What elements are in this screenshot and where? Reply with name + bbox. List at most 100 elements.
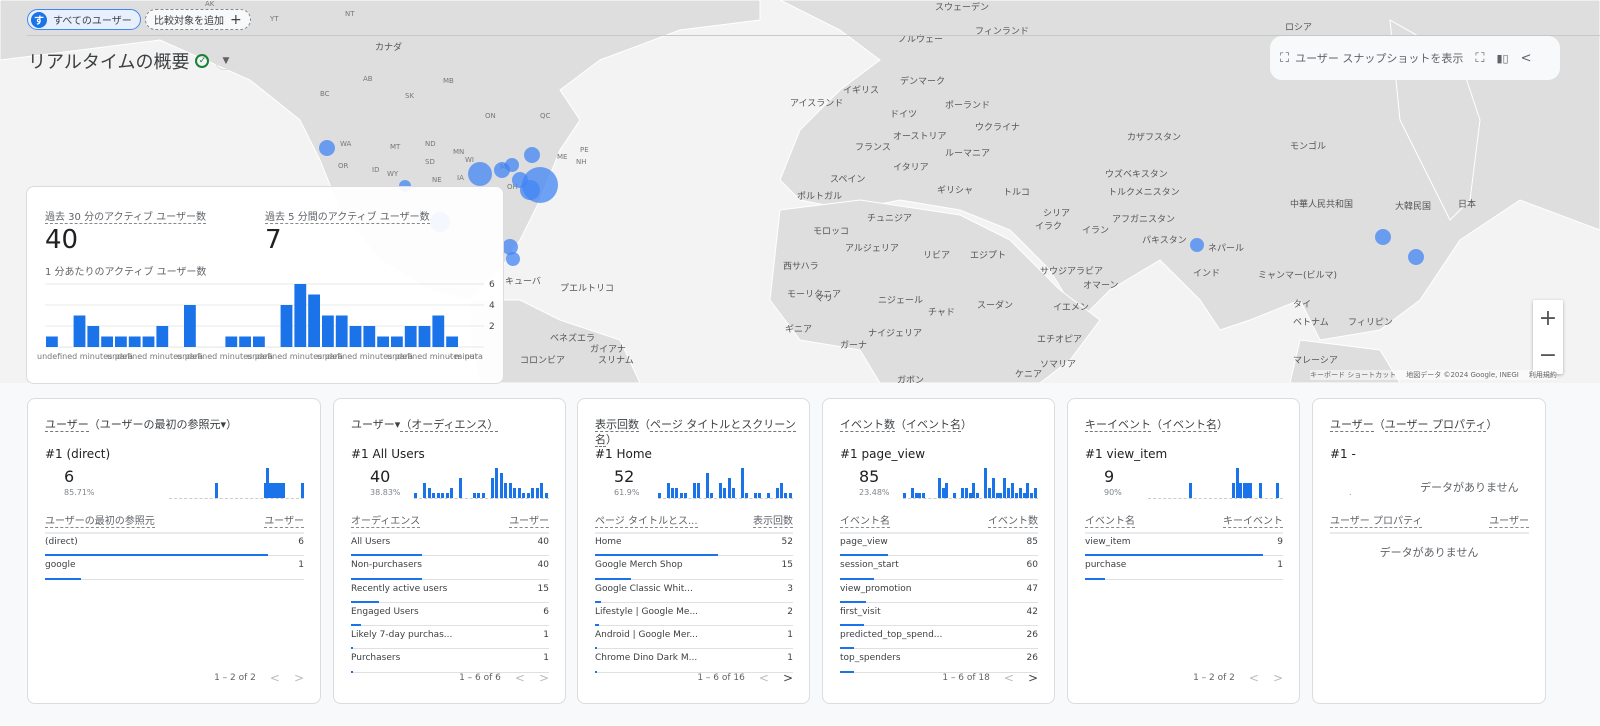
column-header-dimension[interactable]: ユーザーの最初の参照元 — [45, 512, 155, 528]
card-title-part[interactable]: ユーザー プロパティ — [1384, 418, 1487, 432]
user-location-bubble[interactable] — [1375, 229, 1391, 245]
card-title-part[interactable]: ） — [1486, 418, 1497, 431]
compare-view-icon[interactable]: ▮▯ — [1497, 52, 1509, 65]
card-title-part[interactable]: イベント名 — [1162, 418, 1217, 432]
table-row[interactable]: Google Classic Whit... 3 — [595, 580, 793, 603]
column-header-metric[interactable]: ユーザー — [509, 512, 549, 528]
user-location-bubble[interactable] — [1190, 238, 1204, 252]
next-page-button[interactable]: > — [294, 671, 304, 685]
card-title-part[interactable]: （ — [1151, 418, 1162, 431]
card-title-part[interactable]: （オーディエンス） — [400, 418, 499, 432]
bar[interactable] — [101, 336, 113, 348]
table-row[interactable]: Non-purchasers 40 — [351, 556, 549, 580]
column-header-dimension[interactable]: イベント名 — [1085, 512, 1135, 528]
table-row[interactable]: page_view 85 — [840, 533, 1038, 557]
card-title-part[interactable]: 表示回数 — [595, 418, 639, 432]
bar[interactable] — [197, 347, 210, 348]
bar[interactable] — [225, 336, 238, 348]
add-comparison-button[interactable]: 比較対象を追加 + — [145, 9, 251, 30]
column-header-dimension[interactable]: ユーザー プロパティ — [1330, 512, 1423, 528]
share-icon[interactable]: < — [1521, 51, 1532, 66]
card-title-part[interactable]: （ — [1374, 418, 1385, 431]
bar[interactable] — [253, 336, 265, 348]
next-page-button[interactable]: > — [1273, 671, 1283, 685]
table-row[interactable]: Recently active users 15 — [351, 580, 549, 603]
card-title-part[interactable]: イベント数 — [840, 418, 895, 432]
column-header-metric[interactable]: ユーザー — [264, 512, 304, 528]
prev-page-button[interactable]: < — [1249, 671, 1259, 685]
table-row[interactable]: predicted_top_spend... 26 — [840, 626, 1038, 650]
terms-link[interactable]: 利用規約 — [1529, 370, 1557, 380]
card-title-part[interactable]: イベント名 — [906, 418, 961, 432]
bar[interactable] — [349, 326, 362, 347]
bar[interactable] — [73, 315, 86, 348]
table-row[interactable]: first_visit 42 — [840, 603, 1038, 627]
zoom-in-button[interactable]: + — [1539, 306, 1557, 331]
card-title-part[interactable]: （ユーザーの最初の参照元▾） — [89, 418, 237, 431]
table-row[interactable]: Home 52 — [595, 533, 793, 557]
card-title-part[interactable]: ユーザー — [45, 418, 89, 432]
table-row[interactable]: purchase 1 — [1085, 556, 1283, 580]
bar[interactable] — [446, 336, 458, 348]
prev-page-button[interactable]: < — [1004, 671, 1014, 685]
column-header-dimension[interactable]: ページ タイトルとス... — [595, 512, 698, 528]
bar[interactable] — [156, 326, 169, 347]
user-location-bubble[interactable] — [319, 140, 335, 156]
prev-page-button[interactable]: < — [759, 671, 769, 685]
zoom-out-button[interactable]: − — [1539, 343, 1557, 368]
table-row[interactable]: Purchasers 1 — [351, 649, 549, 673]
bar[interactable] — [128, 336, 141, 348]
table-row[interactable]: Google Merch Shop 15 — [595, 556, 793, 580]
table-row[interactable]: top_spenders 26 — [840, 649, 1038, 673]
table-row[interactable]: Chrome Dino Dark M... 1 — [595, 649, 793, 673]
user-location-bubble[interactable] — [512, 172, 528, 188]
card-title-part[interactable]: ） — [606, 433, 617, 446]
bar[interactable] — [59, 347, 72, 348]
column-header-metric[interactable]: 表示回数 — [753, 512, 793, 528]
column-header-metric[interactable]: イベント数 — [988, 512, 1038, 528]
prev-page-button[interactable]: < — [270, 671, 280, 685]
card-title-part[interactable]: ） — [1217, 418, 1228, 431]
bar[interactable] — [170, 347, 182, 348]
bar[interactable] — [184, 305, 196, 347]
bar[interactable] — [308, 294, 320, 348]
bar[interactable] — [46, 336, 58, 348]
table-row[interactable]: session_start 60 — [840, 556, 1038, 580]
next-page-button[interactable]: > — [783, 671, 793, 685]
table-row[interactable]: (direct) 6 — [45, 533, 304, 557]
table-row[interactable]: Likely 7-day purchas... 1 — [351, 626, 549, 650]
user-location-bubble[interactable] — [505, 158, 519, 172]
bar[interactable] — [211, 347, 224, 348]
bar[interactable] — [87, 326, 100, 347]
bar[interactable] — [322, 315, 334, 348]
next-page-button[interactable]: > — [539, 671, 549, 685]
next-page-button[interactable]: > — [1028, 671, 1038, 685]
user-location-bubble[interactable] — [1408, 249, 1424, 265]
bar[interactable] — [377, 336, 389, 348]
bar[interactable] — [391, 336, 403, 348]
column-header-metric[interactable]: キーイベント — [1223, 512, 1283, 528]
user-snapshot-button[interactable]: ユーザー スナップショットを表示 — [1295, 50, 1463, 66]
card-title-part[interactable]: （ — [639, 418, 650, 431]
bar[interactable] — [142, 336, 155, 348]
bar[interactable] — [266, 347, 279, 348]
bar[interactable] — [239, 336, 251, 348]
card-title-part[interactable]: ユーザー▾ — [351, 418, 400, 431]
user-location-bubble[interactable] — [524, 147, 540, 163]
bar[interactable] — [294, 284, 307, 347]
table-row[interactable]: Android | Google Mer... 1 — [595, 626, 793, 650]
table-row[interactable]: All Users 40 — [351, 533, 549, 557]
card-title-part[interactable]: ユーザー — [1330, 418, 1374, 432]
bar[interactable] — [418, 326, 431, 347]
segment-chip-all-users[interactable]: す すべてのユーザー — [27, 9, 141, 30]
column-header-dimension[interactable]: イベント名 — [840, 512, 890, 528]
table-row[interactable]: Engaged Users 6 — [351, 603, 549, 627]
user-location-bubble[interactable] — [468, 162, 492, 186]
column-header-dimension[interactable]: オーディエンス — [351, 512, 421, 528]
table-row[interactable]: view_promotion 47 — [840, 580, 1038, 603]
bar[interactable] — [363, 326, 376, 347]
bar[interactable] — [335, 315, 348, 348]
table-row[interactable]: Lifestyle | Google Me... 2 — [595, 603, 793, 627]
title-dropdown-button[interactable]: ▼ — [215, 52, 237, 70]
bar[interactable] — [115, 336, 127, 348]
